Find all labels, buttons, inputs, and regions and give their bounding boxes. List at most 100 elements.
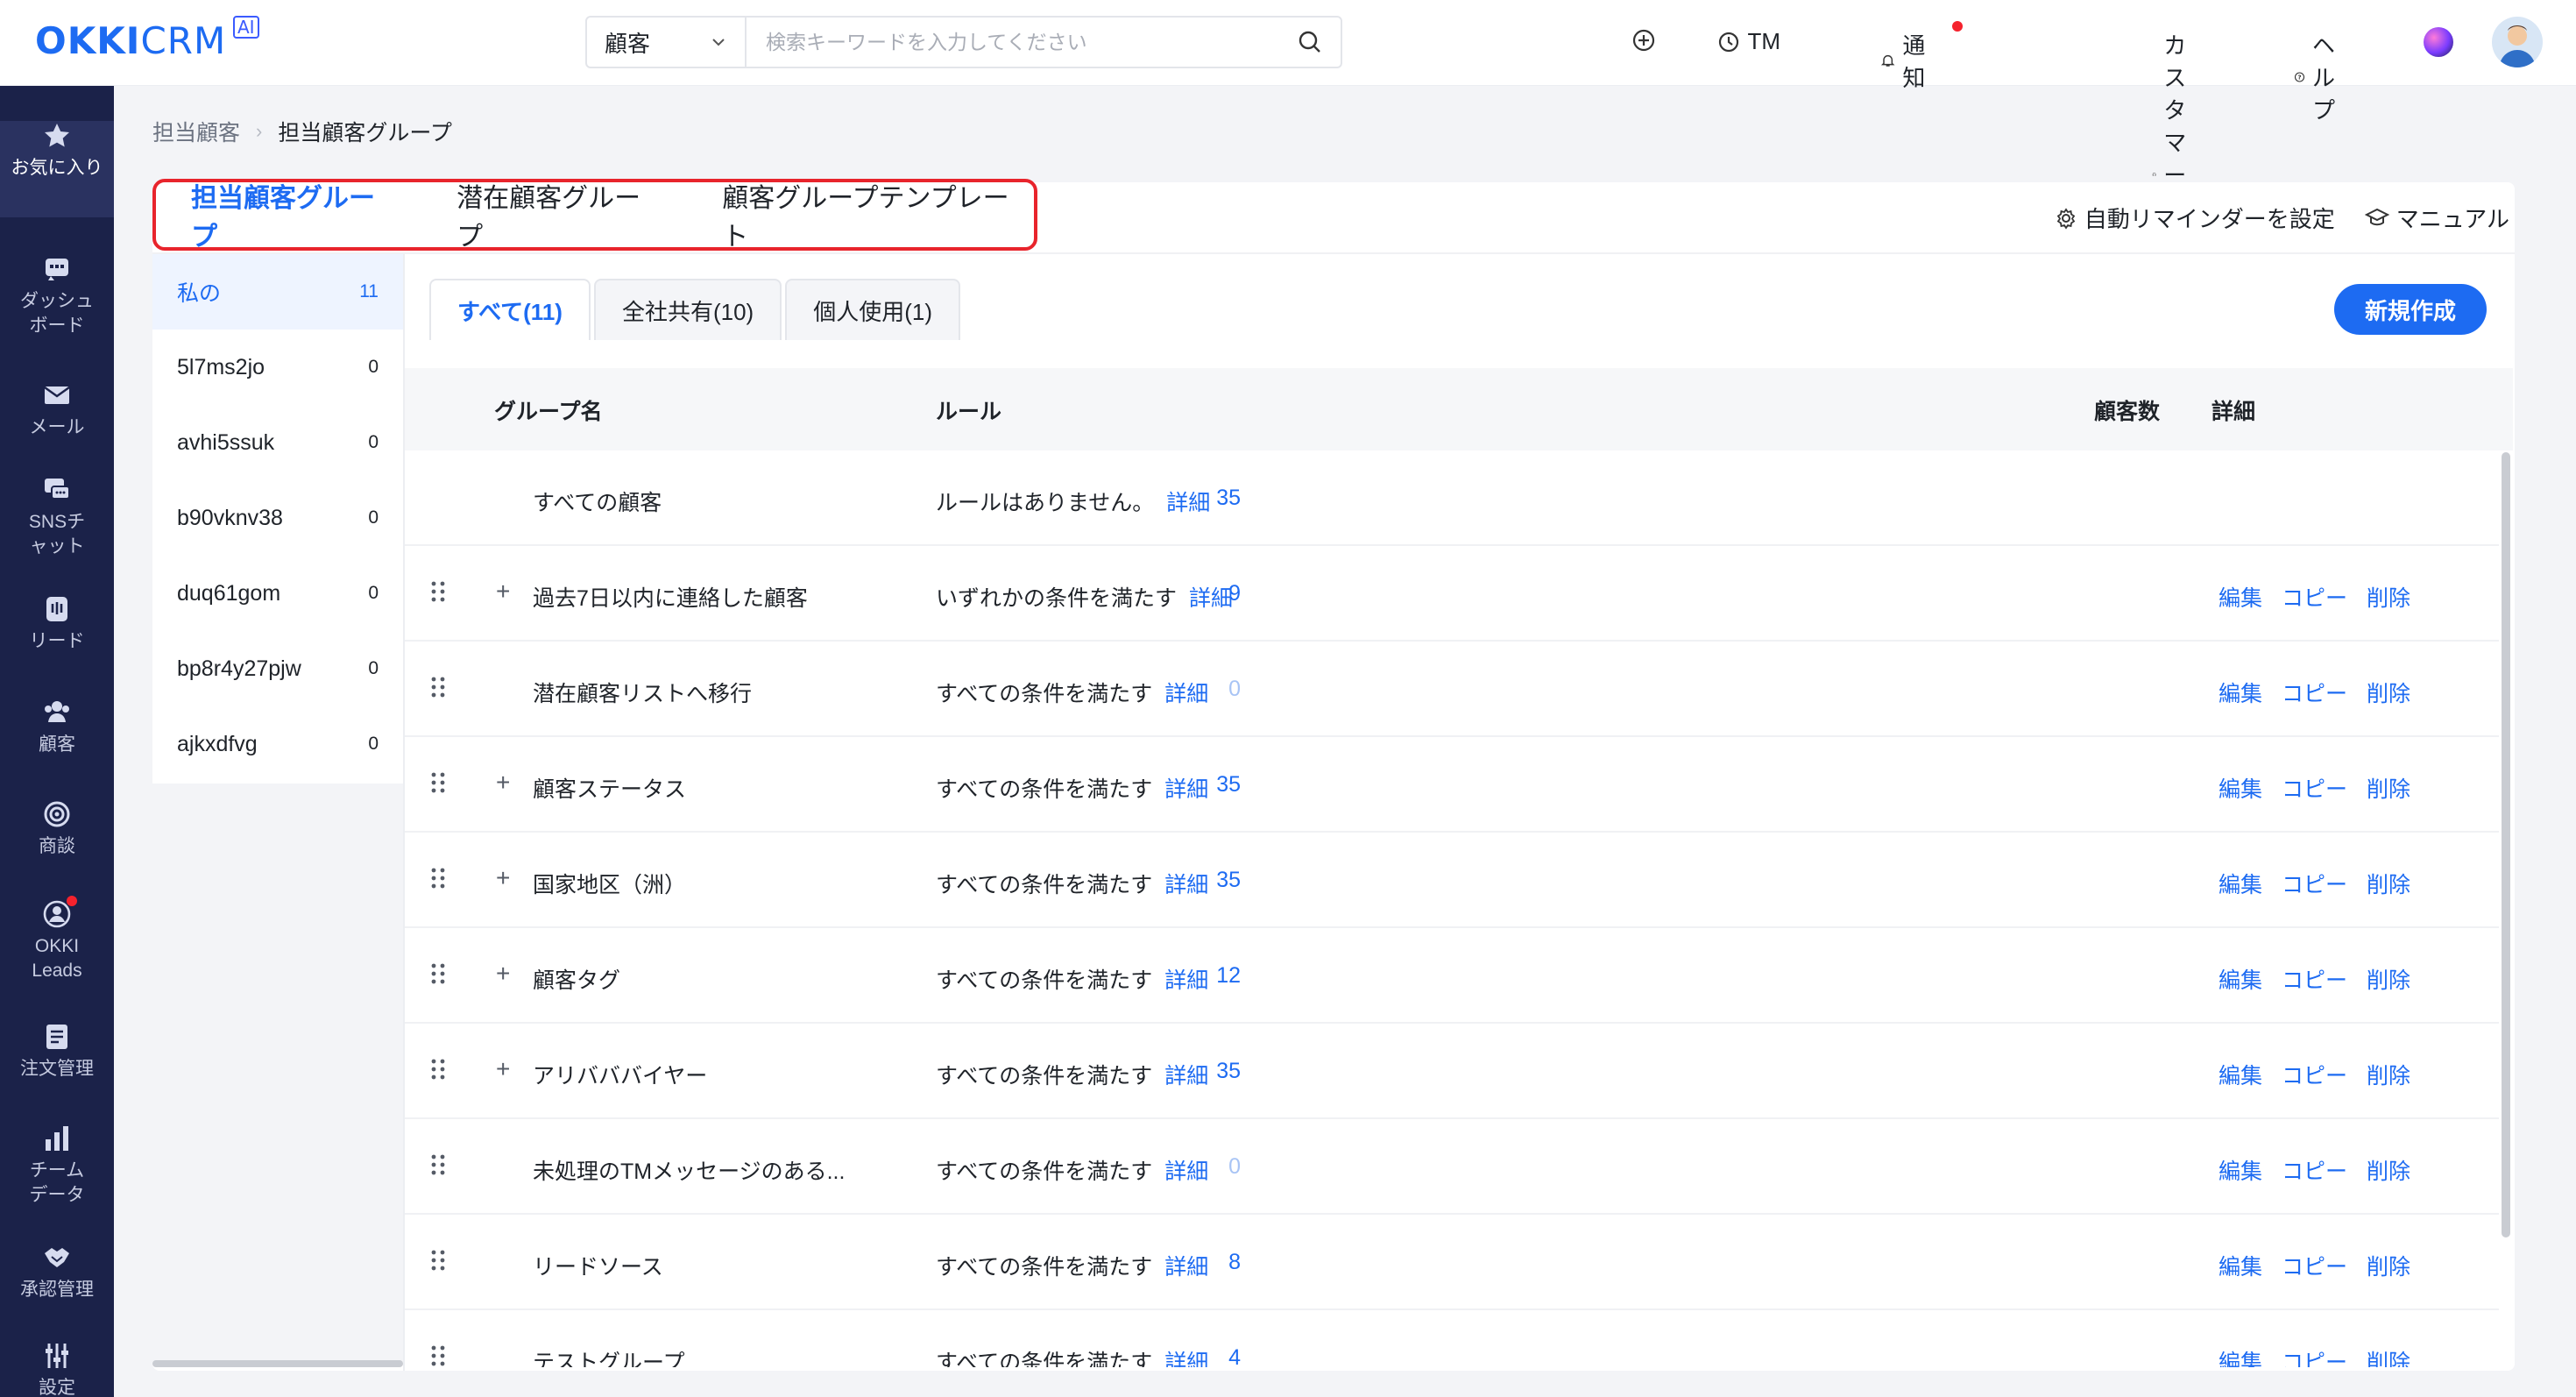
expand-plus-icon[interactable]: + xyxy=(496,579,510,604)
breadcrumb-parent[interactable]: 担当顧客 xyxy=(152,116,240,147)
search-icon[interactable] xyxy=(1279,18,1341,67)
notifications-button[interactable]: 通知 xyxy=(1880,21,1963,93)
expand-plus-icon[interactable]: + xyxy=(496,1057,510,1081)
list-item[interactable]: 私の 11 xyxy=(152,254,403,330)
customer-count[interactable]: 4 xyxy=(1171,1345,1241,1367)
expand-plus-icon[interactable]: + xyxy=(496,961,510,986)
vertical-scrollbar[interactable] xyxy=(2502,452,2510,1237)
auto-reminder-button[interactable]: 自動リマインダーを設定 xyxy=(2055,202,2335,234)
delete-button[interactable]: 削除 xyxy=(2367,677,2410,708)
table-row[interactable]: + アリバババイヤー すべての条件を満たす 詳細 35 編集 コピー 削除 xyxy=(405,1024,2499,1119)
drag-handle-icon[interactable] xyxy=(429,1248,447,1279)
table-row[interactable]: + 顧客ステータス すべての条件を満たす 詳細 35 編集 コピー 削除 xyxy=(405,737,2499,833)
delete-button[interactable]: 削除 xyxy=(2367,963,2410,995)
customer-count[interactable]: 0 xyxy=(1171,677,1241,702)
sidebar-item-sns-chat[interactable]: SNSチャット xyxy=(0,475,114,559)
copy-button[interactable]: コピー xyxy=(2282,581,2347,613)
search-scope-select[interactable]: 顧客 xyxy=(587,18,747,67)
copy-button[interactable]: コピー xyxy=(2282,1345,2347,1367)
edit-button[interactable]: 編集 xyxy=(2219,868,2262,899)
sidebar-item-mail[interactable]: メール xyxy=(0,380,114,440)
manual-button[interactable]: マニュアル xyxy=(2364,202,2509,234)
sidebar-item-team-data[interactable]: チームデータ xyxy=(0,1124,114,1208)
copy-button[interactable]: コピー xyxy=(2282,677,2347,708)
customer-count[interactable]: 35 xyxy=(1171,772,1241,798)
list-item[interactable]: avhi5ssuk 0 xyxy=(152,405,403,480)
delete-button[interactable]: 削除 xyxy=(2367,1059,2410,1090)
drag-handle-icon[interactable] xyxy=(429,1152,447,1183)
copy-button[interactable]: コピー xyxy=(2282,772,2347,804)
drag-handle-icon[interactable] xyxy=(429,675,447,706)
copy-button[interactable]: コピー xyxy=(2282,1250,2347,1281)
create-new-button[interactable]: 新規作成 xyxy=(2334,284,2487,335)
search-input[interactable] xyxy=(747,18,1279,67)
edit-button[interactable]: 編集 xyxy=(2219,581,2262,613)
drag-handle-icon[interactable] xyxy=(429,770,447,801)
edit-button[interactable]: 編集 xyxy=(2219,677,2262,708)
copy-button[interactable]: コピー xyxy=(2282,1154,2347,1186)
customer-count[interactable]: 35 xyxy=(1171,486,1241,511)
tab-my-customer-groups[interactable]: 担当顧客グループ xyxy=(191,176,399,253)
delete-button[interactable]: 削除 xyxy=(2367,1154,2410,1186)
tab-company-shared[interactable]: 全社共有(10) xyxy=(593,279,782,340)
edit-button[interactable]: 編集 xyxy=(2219,963,2262,995)
delete-button[interactable]: 削除 xyxy=(2367,772,2410,804)
tab-prospect-groups[interactable]: 潜在顧客グループ xyxy=(456,176,664,253)
table-row[interactable]: + 過去7日以内に連絡した顧客 いずれかの条件を満たす 詳細 9 編集 コピー 削除 xyxy=(405,546,2499,642)
copy-button[interactable]: コピー xyxy=(2282,868,2347,899)
ai-assistant-icon[interactable] xyxy=(2424,27,2453,57)
delete-button[interactable]: 削除 xyxy=(2367,868,2410,899)
customer-count[interactable]: 35 xyxy=(1171,1059,1241,1084)
sidebar-item-deals[interactable]: 商談 xyxy=(0,799,114,859)
table-row[interactable]: 未処理のTMメッセージのある... すべての条件を満たす 詳細 0 編集 コピー 削除 xyxy=(405,1119,2499,1215)
sidebar-item-customers[interactable]: 顧客 xyxy=(0,698,114,757)
customer-count[interactable]: 12 xyxy=(1171,963,1241,989)
drag-handle-icon[interactable] xyxy=(429,866,447,897)
drag-handle-icon[interactable] xyxy=(429,579,447,610)
edit-button[interactable]: 編集 xyxy=(2219,1250,2262,1281)
copy-button[interactable]: コピー xyxy=(2282,963,2347,995)
horizontal-scrollbar[interactable] xyxy=(152,1360,403,1367)
list-item[interactable]: 5l7ms2jo 0 xyxy=(152,330,403,405)
drag-handle-icon[interactable] xyxy=(429,1344,447,1367)
list-item[interactable]: b90vknv38 0 xyxy=(152,480,403,556)
sidebar-item-okki-leads[interactable]: OKKI Leads xyxy=(0,896,114,983)
table-row[interactable]: テストグループ すべての条件を満たす 詳細 4 編集 コピー 削除 xyxy=(405,1310,2499,1367)
user-avatar[interactable] xyxy=(2492,17,2543,67)
drag-handle-icon[interactable] xyxy=(429,1057,447,1088)
customer-count[interactable]: 9 xyxy=(1171,581,1241,606)
drag-handle-icon[interactable] xyxy=(429,961,447,992)
table-row[interactable]: + 国家地区（洲） すべての条件を満たす 詳細 35 編集 コピー 削除 xyxy=(405,833,2499,928)
customer-count[interactable]: 35 xyxy=(1171,868,1241,893)
table-row[interactable]: 潜在顧客リストへ移行 すべての条件を満たす 詳細 0 編集 コピー 削除 xyxy=(405,642,2499,737)
copy-button[interactable]: コピー xyxy=(2282,1059,2347,1090)
table-row[interactable]: リードソース すべての条件を満たす 詳細 8 編集 コピー 削除 xyxy=(405,1215,2499,1310)
tab-group-templates[interactable]: 顧客グループテンプレート xyxy=(722,176,1034,253)
sidebar-item-settings[interactable]: 設定 xyxy=(0,1341,114,1397)
list-item[interactable]: duq61gom 0 xyxy=(152,556,403,631)
sidebar-item-lead[interactable]: リード xyxy=(0,594,114,654)
tab-personal[interactable]: 個人使用(1) xyxy=(785,279,960,340)
customer-count[interactable]: 0 xyxy=(1171,1154,1241,1180)
tm-button[interactable]: TM xyxy=(1717,28,1780,55)
add-icon[interactable] xyxy=(1631,28,1656,53)
edit-button[interactable]: 編集 xyxy=(2219,772,2262,804)
expand-plus-icon[interactable]: + xyxy=(496,770,510,795)
tab-all[interactable]: すべて(11) xyxy=(429,279,591,340)
delete-button[interactable]: 削除 xyxy=(2367,1250,2410,1281)
customer-count[interactable]: 8 xyxy=(1171,1250,1241,1275)
edit-button[interactable]: 編集 xyxy=(2219,1059,2262,1090)
edit-button[interactable]: 編集 xyxy=(2219,1154,2262,1186)
sidebar-item-dashboard[interactable]: ダッシュボード xyxy=(0,254,114,338)
sidebar-item-favorites[interactable]: お気に入り xyxy=(0,121,114,217)
delete-button[interactable]: 削除 xyxy=(2367,581,2410,613)
edit-button[interactable]: 編集 xyxy=(2219,1345,2262,1367)
list-item[interactable]: bp8r4y27pjw 0 xyxy=(152,631,403,706)
table-row[interactable]: すべての顧客 ルールはありません。 詳細 35 xyxy=(405,450,2499,546)
expand-plus-icon[interactable]: + xyxy=(496,866,510,890)
table-row[interactable]: + 顧客タグ すべての条件を満たす 詳細 12 編集 コピー 削除 xyxy=(405,928,2499,1024)
help-button[interactable]: ? ヘルプ xyxy=(2294,28,2346,125)
sidebar-item-orders[interactable]: 注文管理 xyxy=(0,1022,114,1081)
list-item[interactable]: ajkxdfvg 0 xyxy=(152,706,403,782)
okki-crm-logo[interactable]: OKKI CRM AI xyxy=(35,16,259,63)
